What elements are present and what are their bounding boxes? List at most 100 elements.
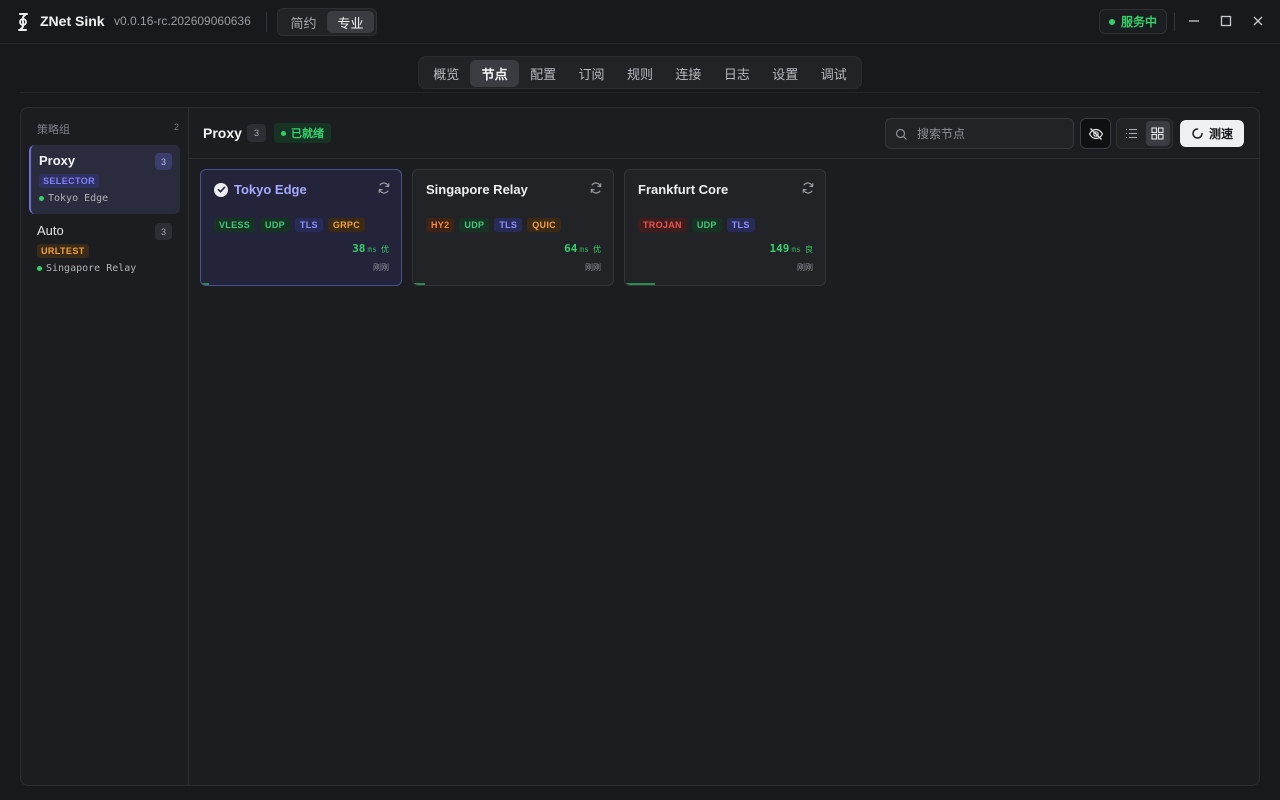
latency-value: 38 <box>352 242 366 255</box>
tab-logs[interactable]: 日志 <box>713 60 761 87</box>
mode-pro-button[interactable]: 专业 <box>327 11 374 33</box>
main-panel: 策略组 2 Proxy 3 SELECTOR Tokyo Edge Auto 3… <box>20 107 1260 786</box>
status-dot-icon <box>1108 18 1115 25</box>
list-icon <box>1125 128 1137 139</box>
protocol-tag: UDP <box>459 218 490 232</box>
search-input[interactable] <box>917 119 1067 148</box>
protocol-tag: UDP <box>260 218 290 232</box>
refresh-icon[interactable] <box>589 181 603 195</box>
check-circle-icon <box>214 182 228 197</box>
minimize-icon[interactable] <box>1186 13 1202 29</box>
tab-overview[interactable]: 概览 <box>422 60 470 87</box>
latency-unit: ms <box>791 245 801 254</box>
node-card-singapore-relay[interactable]: Singapore Relay HY2 UDP TLS QUIC 64 ms 优… <box>412 169 614 286</box>
latency-grade: 优 <box>381 245 389 254</box>
tab-settings[interactable]: 设置 <box>761 60 809 87</box>
latency-bar <box>201 283 209 285</box>
hide-unavailable-button[interactable] <box>1080 118 1111 149</box>
protocol-tag: VLESS <box>214 218 256 232</box>
protocol-tags: HY2 UDP TLS QUIC <box>426 218 561 232</box>
test-time: 刚刚 <box>585 263 601 272</box>
divider <box>266 12 267 32</box>
protocol-tag: GRPC <box>327 218 366 232</box>
app-logo-icon <box>18 13 28 31</box>
divider <box>1174 13 1175 31</box>
grid-icon <box>1151 127 1164 140</box>
maximize-icon[interactable] <box>1218 13 1234 29</box>
latency-bar <box>625 283 655 285</box>
test-time: 刚刚 <box>797 263 813 272</box>
node-card-tokyo-edge[interactable]: Tokyo Edge VLESS UDP TLS GRPC 38 ms 优 刚刚 <box>200 169 402 286</box>
policy-group-sidebar: 策略组 2 Proxy 3 SELECTOR Tokyo Edge Auto 3… <box>21 108 189 785</box>
protocol-tag: TLS <box>494 218 523 232</box>
status-badge: 已就绪 <box>274 123 331 143</box>
latency-value: 64 <box>564 242 578 255</box>
status-label: 已就绪 <box>291 128 324 140</box>
current-node-label: Singapore Relay <box>46 263 137 274</box>
node-content: Proxy 3 已就绪 搜索节点 测速 Tokyo Edge VLESS UDP… <box>189 108 1259 785</box>
tab-debug[interactable]: 调试 <box>810 60 858 87</box>
group-current-node: Singapore Relay <box>37 263 136 274</box>
status-dot-icon <box>37 266 42 271</box>
service-status-badge[interactable]: 服务中 <box>1099 9 1167 34</box>
latency-readout: 38 ms 优 <box>352 242 389 255</box>
latency-unit: ms <box>367 245 377 254</box>
latency-grade: 优 <box>593 245 601 254</box>
divider <box>20 92 1260 93</box>
protocol-tag: HY2 <box>426 218 455 232</box>
node-name-label: Tokyo Edge <box>234 182 307 197</box>
protocol-tags: VLESS UDP TLS GRPC <box>214 218 366 232</box>
latency-value: 149 <box>769 242 790 255</box>
node-name: Tokyo Edge <box>214 182 307 197</box>
current-node-label: Tokyo Edge <box>48 193 109 204</box>
tab-connections[interactable]: 连接 <box>664 60 712 87</box>
sidebar-item-auto[interactable]: Auto 3 URLTEST Singapore Relay <box>29 215 180 284</box>
eye-off-icon <box>1088 127 1103 140</box>
mode-simple-button[interactable]: 简约 <box>280 11 327 33</box>
protocol-tag: TLS <box>294 218 323 232</box>
latency-bar <box>413 283 425 285</box>
sidebar-item-proxy[interactable]: Proxy 3 SELECTOR Tokyo Edge <box>29 145 180 214</box>
sidebar-count: 2 <box>173 122 179 132</box>
refresh-icon[interactable] <box>801 181 815 195</box>
node-name: Singapore Relay <box>426 182 528 197</box>
test-time: 刚刚 <box>373 263 389 272</box>
protocol-tags: TROJAN UDP TLS <box>638 218 755 232</box>
tab-nodes[interactable]: 节点 <box>470 60 519 87</box>
mode-switch: 简约 专业 <box>277 8 377 36</box>
service-status-label: 服务中 <box>1120 15 1157 29</box>
sidebar-title: 策略组 <box>37 124 70 136</box>
tab-subscriptions[interactable]: 订阅 <box>567 60 615 87</box>
tab-config[interactable]: 配置 <box>519 60 567 87</box>
loading-spinner-icon <box>1192 128 1203 139</box>
node-name-label: Frankfurt Core <box>638 182 729 197</box>
latency-readout: 149 ms 良 <box>769 242 813 255</box>
group-current-node: Tokyo Edge <box>39 193 108 204</box>
grid-view-button[interactable] <box>1145 121 1170 146</box>
node-name: Frankfurt Core <box>638 182 728 197</box>
title-bar: ZNet Sink v0.0.16-rc.202609060636 简约 专业 … <box>0 0 1280 44</box>
group-count-badge: 3 <box>155 223 172 240</box>
close-icon[interactable] <box>1250 13 1266 29</box>
main-nav: 概览 节点 配置 订阅 规则 连接 日志 设置 调试 <box>418 56 862 89</box>
view-switch <box>1116 118 1173 149</box>
protocol-tag: TROJAN <box>638 218 687 232</box>
group-name: Proxy <box>39 153 76 168</box>
group-type-badge: SELECTOR <box>39 174 100 188</box>
latency-grade: 良 <box>805 245 813 254</box>
app-version: v0.0.16-rc.202609060636 <box>114 14 251 28</box>
latency-readout: 64 ms 优 <box>564 242 601 255</box>
status-dot-icon <box>281 130 286 136</box>
protocol-tag: TLS <box>726 218 755 232</box>
list-view-button[interactable] <box>1119 121 1144 146</box>
tab-rules[interactable]: 规则 <box>616 60 664 87</box>
speed-test-button[interactable]: 测速 <box>1180 120 1244 147</box>
content-header: Proxy 3 已就绪 搜索节点 测速 <box>189 108 1259 159</box>
search-box <box>885 118 1074 149</box>
node-card-frankfurt-core[interactable]: Frankfurt Core TROJAN UDP TLS 149 ms 良 刚… <box>624 169 826 286</box>
latency-unit: ms <box>579 245 589 254</box>
refresh-icon[interactable] <box>377 181 391 195</box>
protocol-tag: QUIC <box>527 218 561 232</box>
node-name-label: Singapore Relay <box>426 182 528 197</box>
group-name: Auto <box>37 223 64 238</box>
